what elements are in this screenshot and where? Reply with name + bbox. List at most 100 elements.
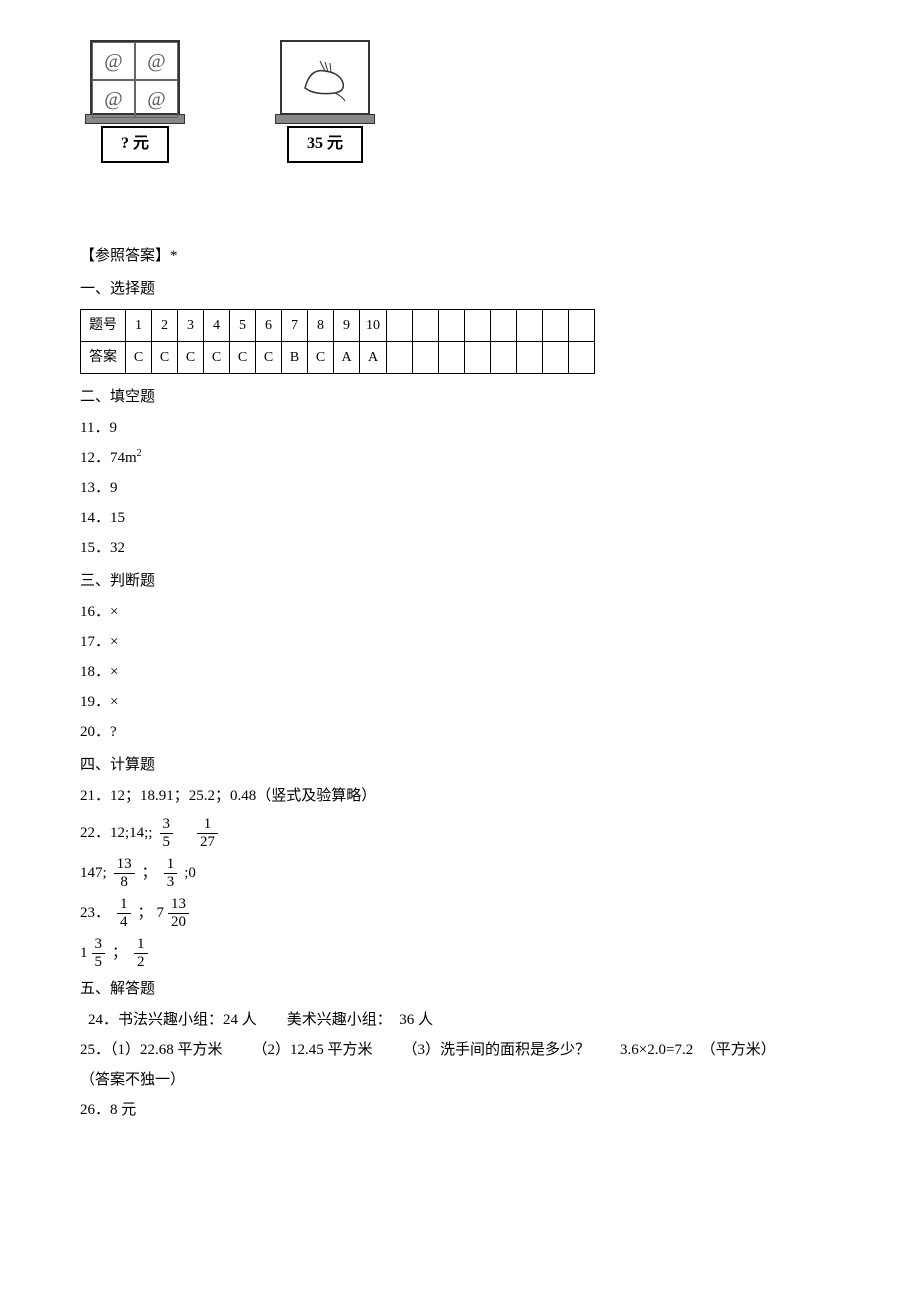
table-row: 题号 1 2 3 4 5 6 7 8 9 10 (81, 309, 595, 341)
fraction: 14 (117, 896, 131, 930)
shrimp-icon (295, 53, 355, 103)
cell: 4 (204, 309, 230, 341)
answer-19: 19．× (80, 689, 840, 716)
fraction: 127 (197, 816, 218, 850)
fraction: 12 (134, 936, 148, 970)
cell (491, 341, 517, 373)
answer-16: 16．× (80, 599, 840, 626)
cell: A (360, 341, 387, 373)
cell (517, 309, 543, 341)
answer-22b-pre: 147; (80, 860, 107, 887)
cell (413, 341, 439, 373)
cell: C (126, 341, 152, 373)
row-header: 题号 (81, 309, 126, 341)
answer-13: 13．9 (80, 475, 840, 502)
answer-25-p3: （3）洗手间的面积是多少？ (403, 1037, 591, 1064)
cell (413, 309, 439, 341)
answer-25-p4: 3.6×2.0=7.2 （平方米） (620, 1037, 776, 1064)
answer-22-pre: 22．12;14;; (80, 820, 153, 847)
answer-23-pre: 23． (80, 900, 110, 927)
price-label-1: ? 元 (101, 126, 169, 163)
section-1-title: 一、选择题 (80, 276, 840, 303)
product-image-2 (280, 40, 370, 115)
answer-25-note: （答案不独一） (80, 1067, 840, 1094)
answer-22b-suf: ;0 (184, 860, 196, 887)
cell: C (152, 341, 178, 373)
cell (465, 341, 491, 373)
cell (387, 341, 413, 373)
cell: C (178, 341, 204, 373)
product-box-1: @ @ @ @ ? 元 (85, 40, 185, 163)
cell (569, 309, 595, 341)
separator: ； (112, 940, 127, 967)
section-3-title: 三、判断题 (80, 568, 840, 595)
fraction: 138 (114, 856, 135, 890)
reference-header: 【参照答案】* (80, 243, 840, 270)
product-box-2: 35 元 (275, 40, 375, 163)
image-row: @ @ @ @ ? 元 35 元 (80, 40, 840, 163)
swirl-icon: @ (135, 80, 178, 118)
answer-23: 23． 14 ； 7 1320 (80, 896, 840, 930)
cell (387, 309, 413, 341)
cell (465, 309, 491, 341)
answer-12-text: 12．74m (80, 450, 137, 466)
answer-12: 12．74m2 (80, 445, 840, 472)
cell: 6 (256, 309, 282, 341)
cell: C (230, 341, 256, 373)
cell (543, 309, 569, 341)
mixed-fraction: 1 35 (80, 936, 108, 970)
answer-20: 20．? (80, 719, 840, 746)
cell: C (204, 341, 230, 373)
section-5-title: 五、解答题 (80, 976, 840, 1003)
cell (543, 341, 569, 373)
cell (491, 309, 517, 341)
choice-answer-table: 题号 1 2 3 4 5 6 7 8 9 10 答案 C C C C C C B… (80, 309, 595, 374)
cell (517, 341, 543, 373)
price-label-2: 35 元 (287, 126, 363, 163)
section-4-title: 四、计算题 (80, 752, 840, 779)
answer-23b: 1 35 ； 12 (80, 936, 840, 970)
answer-14: 14．15 (80, 505, 840, 532)
answer-25-p2: （2）12.45 平方米 (253, 1037, 373, 1064)
cell: 3 (178, 309, 204, 341)
cell (439, 309, 465, 341)
fraction: 35 (92, 936, 106, 970)
cell: C (308, 341, 334, 373)
swirl-icon: @ (135, 42, 178, 80)
answer-17: 17．× (80, 629, 840, 656)
cell: B (282, 341, 308, 373)
superscript: 2 (137, 448, 142, 459)
separator: ； (138, 900, 153, 927)
mixed-fraction: 7 1320 (157, 896, 193, 930)
cell: 7 (282, 309, 308, 341)
cell: 9 (334, 309, 360, 341)
answer-26: 26．8 元 (80, 1097, 840, 1124)
product-image-1: @ @ @ @ (90, 40, 180, 115)
cell (439, 341, 465, 373)
row-header: 答案 (81, 341, 126, 373)
cell: 2 (152, 309, 178, 341)
answer-22: 22．12;14;; 35 127 (80, 816, 840, 850)
cell: 10 (360, 309, 387, 341)
cell: C (256, 341, 282, 373)
cell: 5 (230, 309, 256, 341)
section-2-title: 二、填空题 (80, 384, 840, 411)
fraction: 1320 (168, 896, 189, 930)
answer-24: 24．书法兴趣小组：24 人 美术兴趣小组： 36 人 (80, 1007, 840, 1034)
base-strip (275, 114, 375, 124)
answer-25-p1: 25．（1）22.68 平方米 (80, 1037, 223, 1064)
separator: ； (142, 860, 157, 887)
table-row: 答案 C C C C C C B C A A (81, 341, 595, 373)
swirl-icon: @ (92, 80, 135, 118)
cell (569, 341, 595, 373)
answer-11: 11．9 (80, 415, 840, 442)
cell: 8 (308, 309, 334, 341)
cell: 1 (126, 309, 152, 341)
answer-22b: 147; 138 ； 13 ;0 (80, 856, 840, 890)
answer-25: 25．（1）22.68 平方米 （2）12.45 平方米 （3）洗手间的面积是多… (80, 1037, 840, 1064)
answer-21: 21．12；18.91；25.2；0.48（竖式及验算略） (80, 783, 840, 810)
fraction: 35 (160, 816, 174, 850)
swirl-icon: @ (92, 42, 135, 80)
answer-15: 15．32 (80, 535, 840, 562)
answer-18: 18．× (80, 659, 840, 686)
